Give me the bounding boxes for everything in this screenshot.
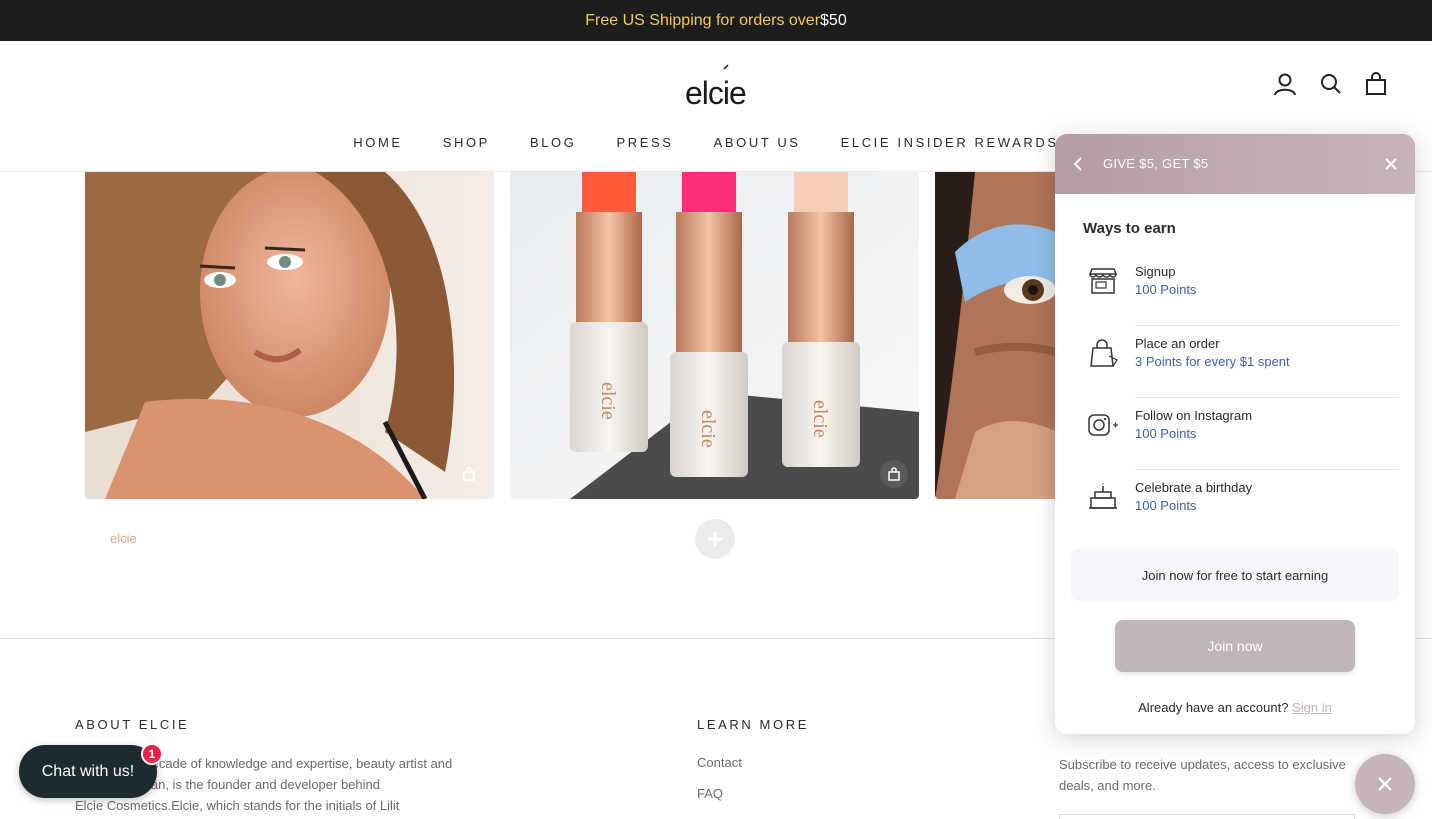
earn-order-points: 3 Points for every $1 spent (1135, 354, 1290, 369)
chat-label: Chat with us! (41, 762, 135, 780)
newsletter-line: Subscribe to receive updates, access to … (1059, 757, 1346, 772)
svg-text:elcie: elcie (597, 382, 619, 420)
gallery-tile-model[interactable] (85, 172, 494, 499)
join-now-label: Join now (1207, 638, 1263, 654)
plus-icon (708, 532, 722, 546)
nav-press[interactable]: PRESS (616, 135, 673, 150)
close-icon[interactable] (1381, 154, 1401, 174)
nav-shop[interactable]: SHOP (443, 135, 490, 150)
shopping-bag-icon (1087, 338, 1119, 368)
nav-blog[interactable]: BLOG (530, 135, 577, 150)
chat-unread-badge: 1 (141, 743, 163, 765)
earn-row-instagram[interactable]: Follow on Instagram 100 Points (1087, 398, 1399, 470)
join-now-button[interactable]: Join now (1115, 620, 1355, 672)
cart-icon[interactable] (1363, 71, 1389, 97)
earn-birthday-name: Celebrate a birthday (1135, 480, 1253, 495)
storefront-icon (1087, 266, 1119, 296)
already-have-account: Already have an account? Sign in (1055, 700, 1415, 715)
earn-birthday-points: 100 Points (1135, 498, 1197, 513)
newsletter-text: Subscribe to receive updates, access to … (1059, 754, 1346, 796)
nav-home[interactable]: HOME (353, 135, 402, 150)
earn-instagram-name: Follow on Instagram (1135, 408, 1253, 423)
earn-instagram-points: 100 Points (1135, 426, 1197, 441)
earn-row-place-order[interactable]: Place an order 3 Points for every $1 spe… (1087, 326, 1399, 398)
shop-bag-icon[interactable] (455, 460, 483, 488)
about-line: Elcie Cosmetics.Elcie, which stands for … (75, 798, 400, 813)
footer-link-faq[interactable]: FAQ (697, 786, 723, 801)
ways-to-earn-heading: Ways to earn (1083, 220, 1176, 237)
have-account-text: Already have an account? (1138, 700, 1289, 715)
svg-text:elcie: elcie (809, 400, 831, 438)
earn-row-birthday[interactable]: Celebrate a birthday 100 Points (1087, 470, 1399, 542)
nav-about-us[interactable]: ABOUT US (714, 135, 801, 150)
load-more-button[interactable] (695, 519, 735, 559)
elcie-small-logo: elcie (110, 526, 137, 548)
earn-signup-points: 100 Points (1135, 282, 1197, 297)
chat-button[interactable]: Chat with us! (19, 745, 157, 798)
svg-text:elcie: elcie (110, 531, 136, 546)
close-icon (1378, 777, 1392, 791)
announcement-text: Free US Shipping for orders over (585, 11, 821, 29)
earn-signup-name: Signup (1135, 264, 1176, 279)
instagram-icon (1087, 410, 1119, 440)
footer-about-heading: ABOUT ELCIE (75, 717, 190, 732)
footer-learn-heading: LEARN MORE (697, 717, 809, 732)
announcement-amount: $50 (820, 11, 847, 29)
sign-in-link[interactable]: Sign in (1292, 700, 1332, 715)
search-icon[interactable] (1318, 71, 1344, 97)
join-prompt-text: Join now for free to start earning (1141, 567, 1329, 583)
announcement-bar: Free US Shipping for orders over $50 (0, 0, 1432, 41)
rewards-panel-title: GIVE $5, GET $5 (1103, 156, 1209, 171)
newsletter-email-input[interactable] (1059, 814, 1355, 819)
earn-row-signup[interactable]: Signup 100 Points (1087, 254, 1399, 326)
elcie-logo[interactable]: elcie (684, 57, 748, 111)
rewards-panel-header: GIVE $5, GET $5 (1055, 134, 1415, 194)
back-chevron-icon[interactable] (1069, 154, 1087, 174)
account-icon[interactable] (1272, 71, 1298, 97)
earn-order-name: Place an order (1135, 336, 1220, 351)
nav-elcie-insider-rewards[interactable]: ELCIE INSIDER REWARDS (841, 135, 1059, 150)
rewards-launcher-close-button[interactable] (1355, 754, 1415, 814)
svg-text:elcie: elcie (685, 75, 746, 111)
gallery-tile-lipsticks[interactable]: elcie elcie elcie (510, 172, 919, 499)
gallery-tile-blue-eyeshadow[interactable] (935, 172, 1075, 499)
rewards-panel: GIVE $5, GET $5 Ways to earn Signup 100 … (1055, 134, 1415, 734)
join-prompt-card: Join now for free to start earning (1071, 549, 1399, 601)
svg-text:elcie: elcie (697, 410, 719, 448)
footer-link-contact[interactable]: Contact (697, 755, 742, 770)
newsletter-line: deals, and more. (1059, 778, 1156, 793)
birthday-cake-icon (1087, 482, 1119, 512)
shop-bag-icon[interactable] (880, 460, 908, 488)
